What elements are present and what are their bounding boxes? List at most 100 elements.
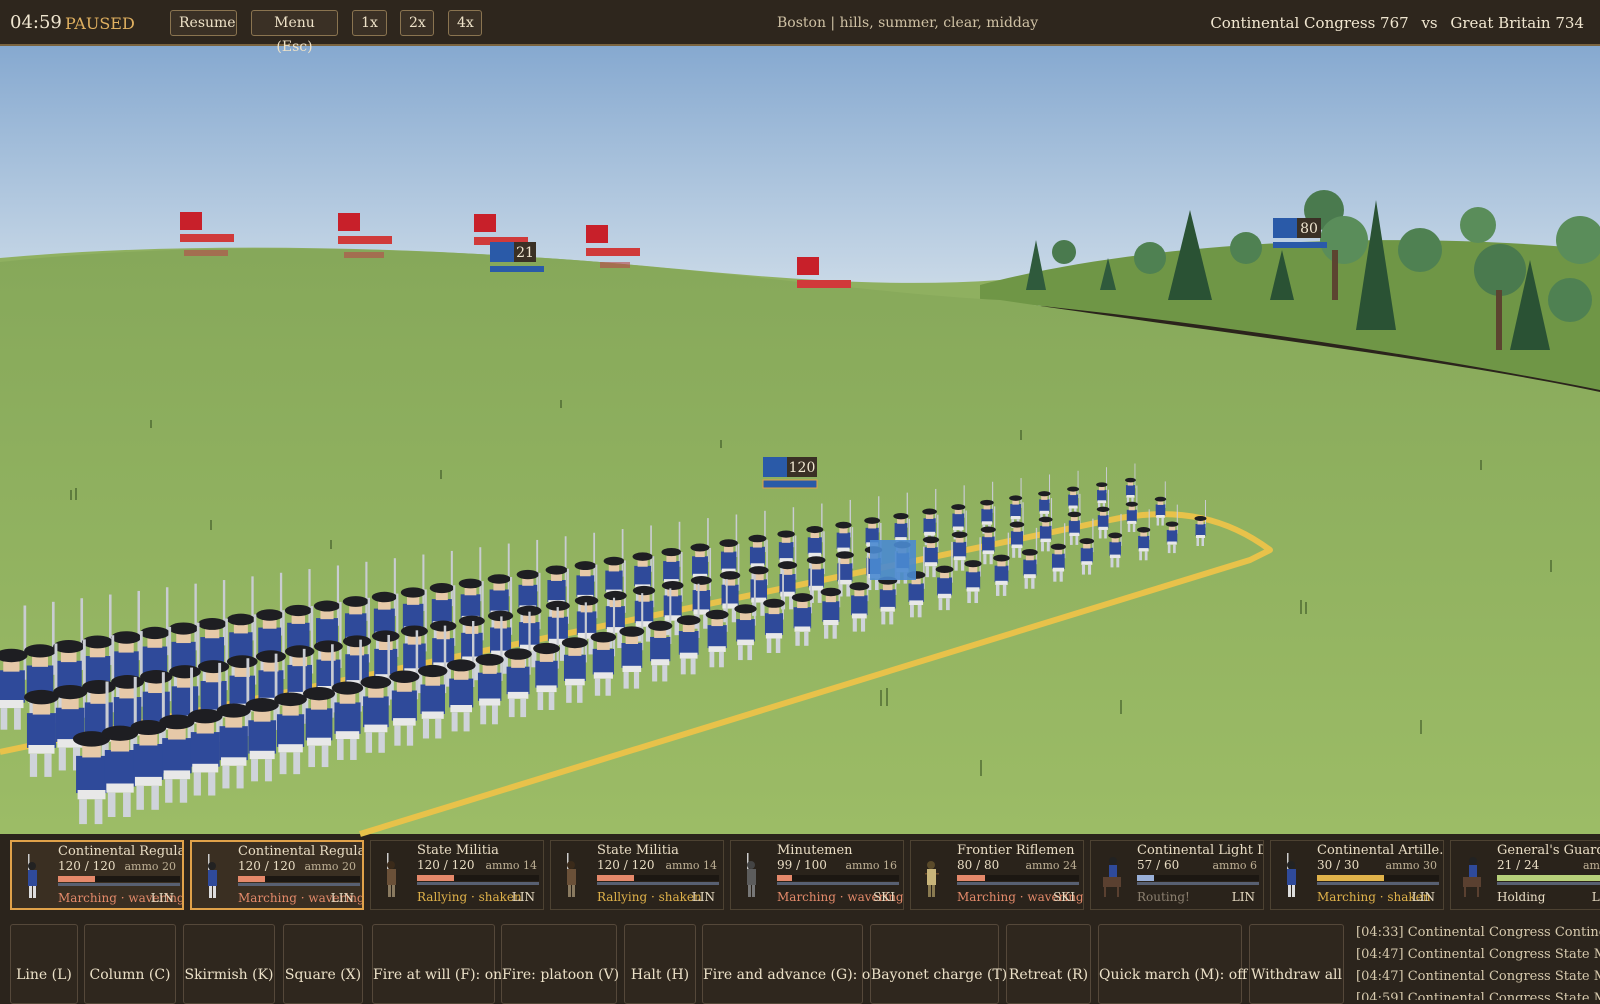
skirmish-formation-button[interactable]: Skirmish (K) <box>183 924 275 1004</box>
unit-formation: LIN <box>511 890 535 904</box>
unit-strength: 30 / 30 <box>1317 858 1360 872</box>
fire-platoon-button[interactable]: Fire: platoon (V) <box>501 924 619 1004</box>
unit-card[interactable]: Continental Light D. 57 / 60 ammo 6 Rout… <box>1090 840 1264 910</box>
score-side-b: Great Britain 734 <box>1450 14 1584 32</box>
unit-card[interactable]: Continental Artille. 30 / 30 ammo 30 Mar… <box>1270 840 1444 910</box>
unit-card[interactable]: Minutemen 99 / 100 ammo 16 Marching · wa… <box>730 840 904 910</box>
morale-bar <box>238 883 360 886</box>
strength-bar <box>777 875 899 881</box>
unit-card[interactable]: Continental Regulars 120 / 120 ammo 20 M… <box>190 840 364 910</box>
unit-formation: SKI <box>1053 890 1075 904</box>
ally-right-count: 80 <box>1300 221 1318 237</box>
unit-ammo: ammo 14 <box>485 859 537 872</box>
speed-1x-button[interactable]: 1x <box>352 10 387 36</box>
score-vs: vs <box>1421 14 1438 32</box>
strength-bar <box>417 875 539 881</box>
fire-at-will-toggle[interactable]: Fire at will (F): on <box>372 924 502 1004</box>
speed-2x-button[interactable]: 2x <box>400 10 434 36</box>
unit-card[interactable]: Frontier Riflemen 80 / 80 ammo 24 Marchi… <box>910 840 1084 910</box>
selected-unit-marker[interactable]: 120 <box>762 457 818 489</box>
strength-bar-fill <box>1137 875 1155 881</box>
menu-button[interactable]: Menu (Esc) <box>251 10 338 55</box>
unit-formation: LIN <box>1411 890 1435 904</box>
strength-bar-fill <box>957 875 986 881</box>
log-entry: [04:33] Continental Congress Continental… <box>1356 925 1600 940</box>
morale-bar <box>1137 882 1259 885</box>
unit-ammo: ammo 20 <box>304 860 356 873</box>
pause-indicator: PAUSED <box>65 14 135 33</box>
militia-icon <box>567 853 576 897</box>
unit-ammo: ammo 24 <box>1025 859 1077 872</box>
unit-card-bar: Continental Regulars 120 / 120 ammo 20 M… <box>0 834 1600 914</box>
unit-name: General's Guard <box>1497 843 1600 858</box>
unit-name: Continental Artille. <box>1317 843 1444 858</box>
unit-formation: LIN <box>1231 890 1255 904</box>
unit-ammo: ammo 20 <box>124 860 176 873</box>
morale-bar <box>417 882 539 885</box>
unit-strength: 21 / 24 <box>1497 858 1540 872</box>
unit-ammo: ammo 6 <box>1212 859 1257 872</box>
unit-strength: 120 / 120 <box>597 858 655 872</box>
strength-bar <box>957 875 1079 881</box>
strength-bar-fill <box>597 875 634 881</box>
speed-4x-button[interactable]: 4x <box>448 10 482 36</box>
regiment-colour-flag <box>870 540 916 580</box>
unit-card[interactable]: General's Guard 21 / 24 ammo Holding LIN <box>1450 840 1600 910</box>
battle-clock: 04:59 <box>10 12 62 33</box>
quick-march-toggle[interactable]: Quick march (M): off <box>1098 924 1247 1004</box>
strength-bar <box>58 876 180 882</box>
unit-strength: 120 / 120 <box>58 859 116 873</box>
resume-button[interactable]: Resume <box>170 10 237 36</box>
morale-bar <box>1317 882 1439 885</box>
unit-name: Minutemen <box>777 843 853 858</box>
log-entry: [04:47] Continental Congress State Milit… <box>1356 969 1600 984</box>
command-bar: Line (L) Column (C) Skirmish (K) Square … <box>0 918 1350 1004</box>
withdraw-all-button[interactable]: Withdraw all <box>1249 924 1344 1004</box>
morale-bar <box>777 882 899 885</box>
morale-bar <box>1497 882 1600 885</box>
morale-bar <box>597 882 719 885</box>
unit-name: State Militia <box>597 843 679 858</box>
unit-formation: LIN <box>691 890 715 904</box>
strength-bar <box>597 875 719 881</box>
strength-bar-fill <box>1317 875 1385 881</box>
log-entry: [04:59] Continental Congress State Milit… <box>1356 991 1600 1000</box>
unit-formation: LIN <box>150 891 174 905</box>
unit-status: Holding <box>1497 890 1546 904</box>
unit-name: Continental Regulars <box>58 844 182 859</box>
unit-name: Continental Regulars <box>238 844 362 859</box>
dragoon-icon <box>1103 857 1121 897</box>
event-log[interactable]: [04:33] Continental Congress Continental… <box>1356 922 1600 1000</box>
unit-card[interactable]: State Militia 120 / 120 ammo 14 Rallying… <box>550 840 724 910</box>
unit-card[interactable]: State Militia 120 / 120 ammo 14 Rallying… <box>370 840 544 910</box>
strength-bar-fill <box>777 875 792 881</box>
ally-far-count: 21 <box>516 245 534 261</box>
top-bar: 04:59 PAUSED Resume Menu (Esc) 1x 2x 4x … <box>0 0 1600 55</box>
fire-and-advance-toggle[interactable]: Fire and advance (G): off <box>702 924 880 1004</box>
strength-bar <box>238 876 360 882</box>
bayonet-charge-button[interactable]: Bayonet charge (T) <box>870 924 1007 1004</box>
square-formation-button[interactable]: Square (X) <box>283 924 363 1004</box>
general-icon <box>1463 857 1481 897</box>
unit-card[interactable]: Continental Regulars 120 / 120 ammo 20 M… <box>10 840 184 910</box>
strength-bar-fill <box>1497 875 1600 881</box>
column-formation-button[interactable]: Column (C) <box>84 924 176 1004</box>
retreat-button[interactable]: Retreat (R) <box>1006 924 1091 1004</box>
unit-status: Rallying · shaken <box>597 890 702 904</box>
soldier-icon <box>208 854 217 898</box>
battle-location: Boston | hills, summer, clear, midday <box>777 15 1039 31</box>
unit-formation: LIN <box>330 891 354 905</box>
halt-button[interactable]: Halt (H) <box>624 924 696 1004</box>
unit-strength: 120 / 120 <box>417 858 475 872</box>
morale-bar <box>58 883 180 886</box>
militia-icon <box>387 853 396 897</box>
selected-unit-count: 120 <box>789 460 816 476</box>
unit-strength: 120 / 120 <box>238 859 296 873</box>
rifleman-icon <box>925 861 939 897</box>
unit-strength: 80 / 80 <box>957 858 1000 872</box>
line-formation-button[interactable]: Line (L) <box>10 924 78 1004</box>
ally-unit-marker-right[interactable]: 80 <box>1273 218 1327 248</box>
morale-bar <box>957 882 1079 885</box>
artillery-icon <box>1287 853 1296 897</box>
ally-unit-marker-far[interactable]: 21 <box>490 242 544 272</box>
